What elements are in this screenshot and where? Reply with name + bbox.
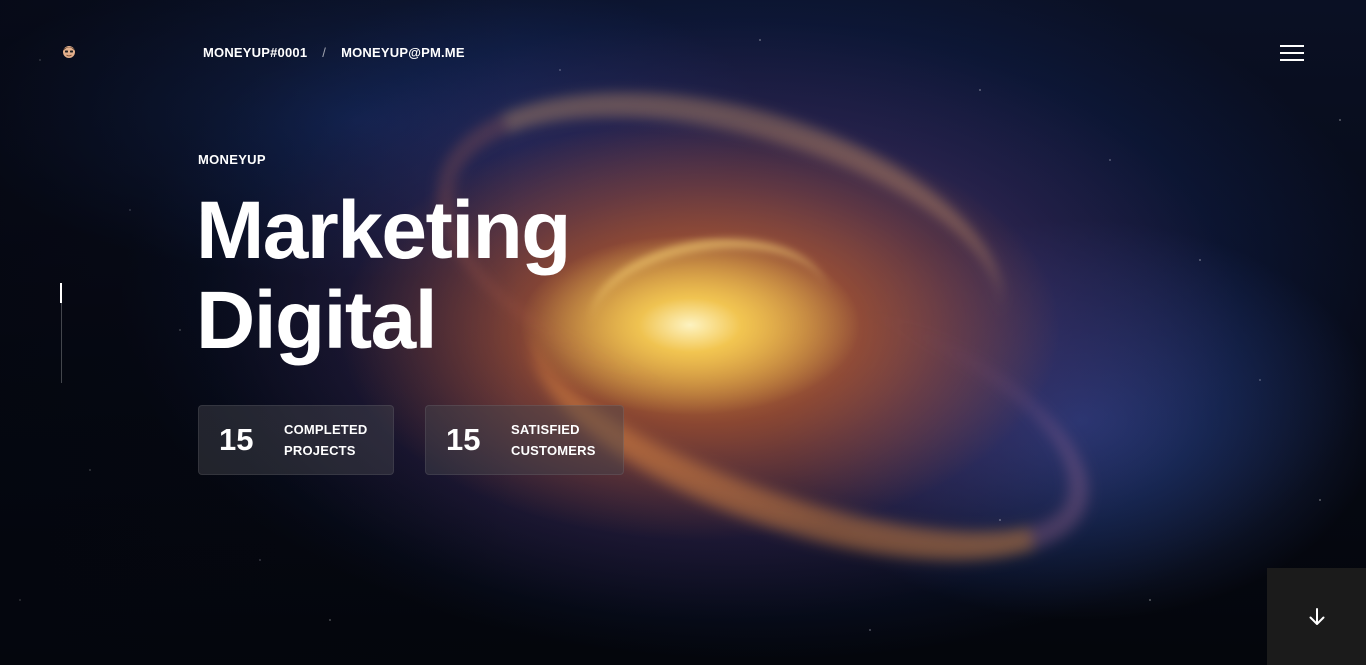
discord-contact-link[interactable]: MONEYUP#0001 — [203, 45, 307, 60]
stat-label: SATISFIED CUSTOMERS — [511, 419, 596, 461]
scroll-progress-indicator — [60, 283, 62, 383]
hero-title-line-1: Marketing — [196, 185, 571, 276]
stat-card-completed-projects: 15 COMPLETED PROJECTS — [198, 405, 394, 475]
stat-label: COMPLETED PROJECTS — [284, 419, 367, 461]
stat-label-line-1: SATISFIED — [511, 422, 580, 437]
stat-card-satisfied-customers: 15 SATISFIED CUSTOMERS — [425, 405, 624, 475]
stat-value: 15 — [219, 422, 254, 457]
contact-separator: / — [322, 45, 327, 60]
stat-value: 15 — [446, 422, 481, 457]
hero-section: MONEYUP#0001 / MONEYUP@PM.ME MONEYUP Mar… — [0, 0, 1366, 665]
avatar-emoji-icon[interactable] — [61, 44, 77, 60]
hero-title-line-2: Digital — [196, 275, 438, 366]
stat-label-line-1: COMPLETED — [284, 422, 368, 437]
scroll-progress-thumb — [60, 283, 62, 303]
arrow-down-icon — [1309, 607, 1324, 625]
galaxy-swirl-core — [581, 223, 839, 397]
contact-bar: MONEYUP#0001 / MONEYUP@PM.ME — [203, 45, 465, 60]
stat-label-line-2: PROJECTS — [284, 443, 356, 458]
email-contact-link[interactable]: MONEYUP@PM.ME — [341, 45, 465, 60]
stat-label-line-2: CUSTOMERS — [511, 443, 596, 458]
hero-title: Marketing Digital — [196, 185, 571, 366]
scroll-down-button[interactable] — [1267, 568, 1366, 665]
hamburger-menu-icon[interactable] — [1278, 42, 1306, 64]
hero-eyebrow: MONEYUP — [198, 152, 266, 167]
